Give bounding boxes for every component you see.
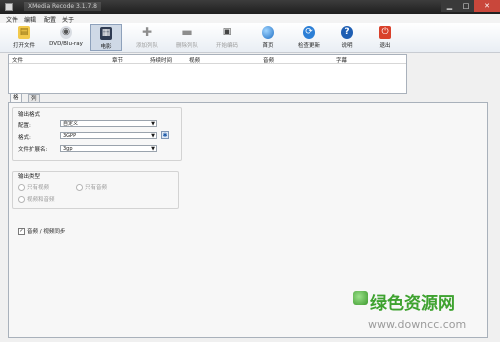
check-update-button[interactable]: ⟳ 检查更新 (292, 24, 326, 51)
window-title: XMedia Recode 3.1.7.8 (24, 2, 101, 11)
queue-table[interactable]: 文件 章节 持续时间 视频 音频 字幕 (8, 54, 407, 94)
menu-bar: 文件 编辑 配置 关于 (0, 14, 500, 24)
output-type-title: 输出类型 (18, 174, 41, 180)
maximize-button[interactable]: □ (458, 0, 474, 12)
column-chapter[interactable]: 章节 (112, 56, 123, 64)
extension-select[interactable]: 3gp ▼ (60, 145, 157, 152)
globe-icon (262, 26, 274, 39)
minus-icon: ▬ (181, 25, 193, 39)
movie-label: 电影 (100, 44, 112, 50)
toolbar: ▤ 打开文件 ◉ DVD/Blu-ray ▦ 电影 ✚ 添加列队 ▬ 删除列队 … (0, 23, 500, 53)
format-value: 3GPP (63, 133, 77, 139)
column-video[interactable]: 视频 (189, 56, 200, 64)
add-queue-label: 添加列队 (135, 43, 158, 49)
output-format-title: 输出格式 (18, 112, 41, 118)
radio-video-only[interactable]: 只有视频 (18, 183, 49, 191)
start-encode-label: 开始编码 (215, 43, 238, 49)
extension-label: 文件扩展名: (18, 147, 48, 153)
av-sync-checkbox[interactable]: ✓ 音频 / 视频同步 (18, 227, 65, 235)
checkmark-icon: ✓ (18, 228, 25, 235)
close-button[interactable]: ✕ (474, 0, 500, 12)
queue-table-header: 文件 章节 持续时间 视频 音频 字幕 (9, 55, 406, 64)
av-sync-label: 音频 / 视频同步 (27, 229, 66, 235)
format-select[interactable]: 3GPP ▼ (60, 132, 157, 139)
folder-icon: ▤ (18, 26, 30, 39)
check-update-label: 检查更新 (297, 43, 320, 49)
plus-icon: ✚ (141, 25, 153, 39)
radio-circle-icon (18, 184, 25, 191)
exit-label: 退出 (379, 43, 391, 49)
window-controls: ▁ □ ✕ (441, 0, 500, 12)
watermark-url: www.downcc.com (368, 318, 467, 331)
power-icon: ⏻ (379, 26, 391, 39)
movie-button[interactable]: ▦ 电影 (90, 24, 122, 51)
watermark-logo-icon (353, 291, 368, 305)
radio-video-and-audio-label: 视频和音频 (27, 197, 55, 203)
column-duration[interactable]: 持续时间 (150, 56, 172, 64)
help-label: 说明 (341, 43, 353, 49)
open-file-button[interactable]: ▤ 打开文件 (6, 24, 42, 51)
start-encode-button[interactable]: ▣ 开始编码 (210, 24, 244, 51)
radio-video-and-audio[interactable]: 视频和音频 (18, 195, 55, 203)
minimize-button[interactable]: ▁ (441, 0, 458, 12)
dvd-bluray-button[interactable]: ◉ DVD/Blu-ray (44, 24, 88, 51)
help-button[interactable]: ? 说明 (334, 24, 360, 51)
home-label: 首页 (262, 43, 274, 49)
remove-queue-label: 删除列队 (175, 43, 198, 49)
column-audio[interactable]: 音频 (263, 56, 274, 64)
app-icon (5, 3, 13, 11)
watermark-brand: 绿色资源网 (370, 294, 455, 314)
add-queue-button[interactable]: ✚ 添加列队 (130, 24, 164, 51)
open-file-label: 打开文件 (12, 43, 35, 49)
column-subtitle[interactable]: 字幕 (336, 56, 347, 64)
exit-button[interactable]: ⏻ 退出 (372, 24, 398, 51)
encode-icon: ▣ (222, 27, 232, 37)
remove-queue-button[interactable]: ▬ 删除列队 (170, 24, 204, 51)
format-label: 格式: (18, 135, 31, 141)
radio-video-only-label: 只有视频 (27, 185, 50, 191)
profile-select[interactable]: 自定义 ▼ (60, 120, 157, 127)
extension-value: 3gp (63, 146, 73, 152)
radio-circle-icon (18, 196, 25, 203)
home-button[interactable]: 首页 (254, 24, 282, 51)
chevron-down-icon: ▼ (151, 133, 155, 139)
chevron-down-icon: ▼ (151, 121, 155, 127)
film-icon: ▦ (100, 27, 112, 40)
chevron-down-icon: ▼ (151, 146, 155, 152)
radio-audio-only[interactable]: 只有音频 (76, 183, 107, 191)
column-file[interactable]: 文件 (12, 56, 23, 64)
radio-audio-only-label: 只有音频 (85, 185, 108, 191)
disc-icon: ◉ (60, 26, 72, 39)
star-icon: ✱ (162, 132, 168, 139)
format-info-button[interactable]: ✱ (161, 131, 169, 139)
profile-value: 自定义 (63, 121, 79, 127)
refresh-icon: ⟳ (303, 26, 315, 39)
help-icon: ? (341, 26, 353, 39)
title-bar: XMedia Recode 3.1.7.8 ▁ □ ✕ (0, 0, 500, 14)
dvd-bluray-label: DVD/Blu-ray (49, 41, 83, 47)
profile-label: 配置: (18, 123, 31, 129)
radio-circle-icon (76, 184, 83, 191)
